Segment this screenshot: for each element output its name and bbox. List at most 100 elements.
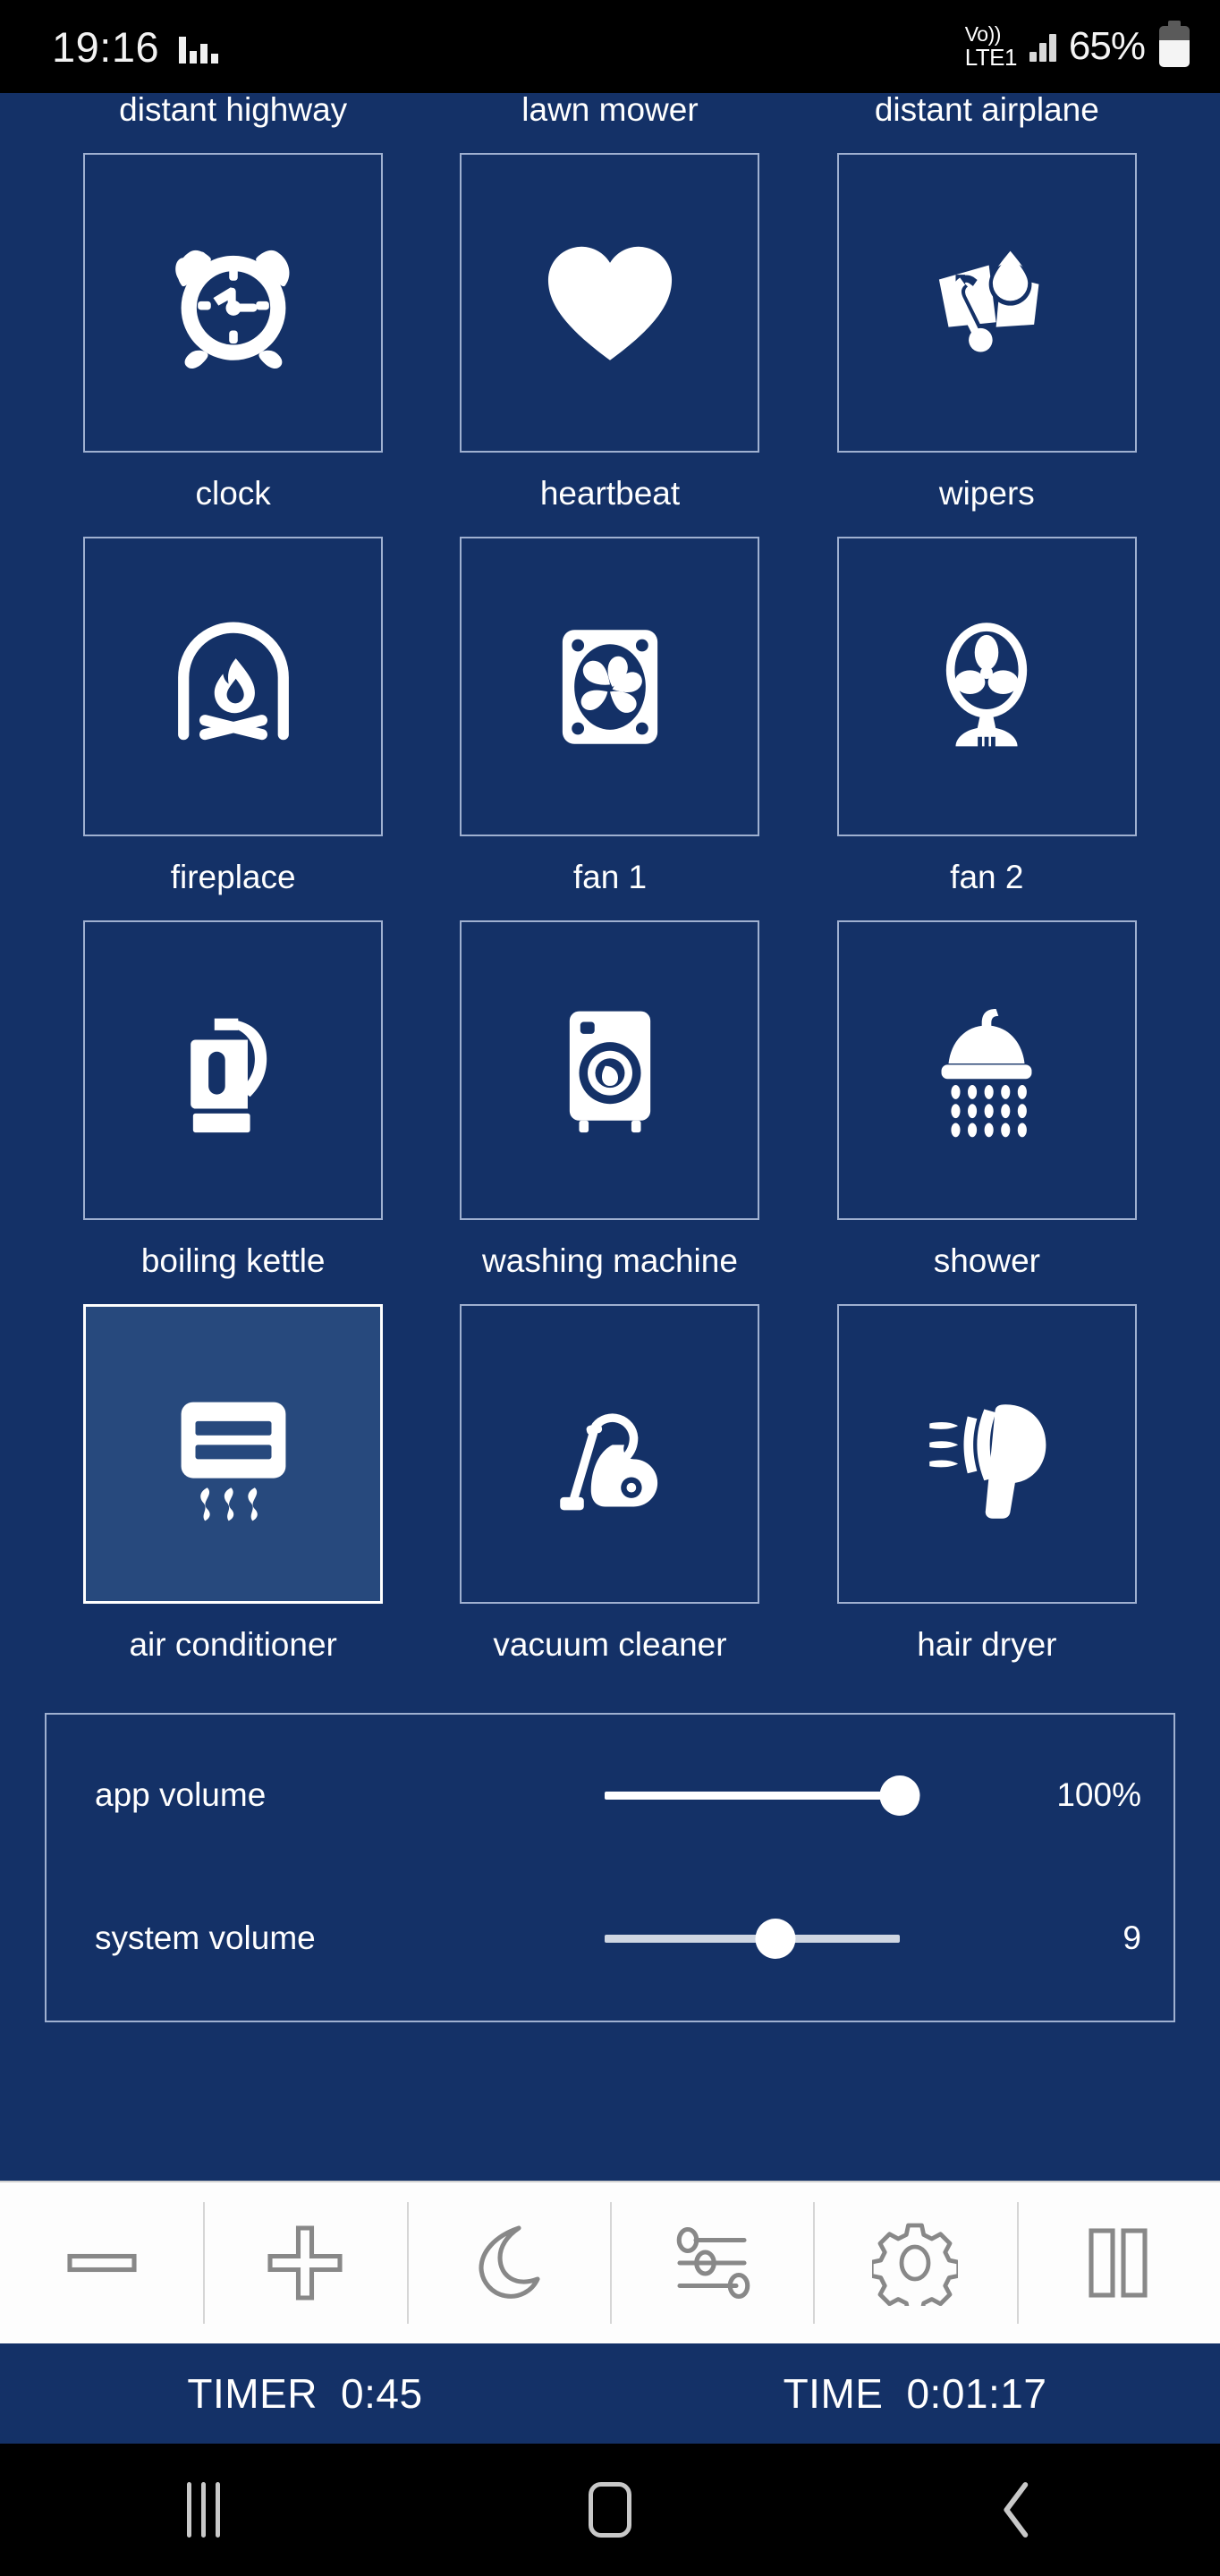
volte-label-top: Vo))	[964, 22, 1002, 46]
sound-tile[interactable]	[83, 537, 384, 836]
home-button[interactable]	[407, 2482, 814, 2538]
sound-tile[interactable]	[836, 537, 1137, 836]
status-bar-clock: 19:16	[52, 22, 160, 71]
sound-tile[interactable]	[836, 153, 1137, 453]
fireplace-icon	[177, 622, 289, 740]
sound-grid-scroll[interactable]: distant highway lawn mower distant airpl…	[0, 93, 1220, 2181]
plus-icon	[267, 2225, 343, 2301]
recents-button[interactable]	[0, 2482, 407, 2538]
sound-tile[interactable]	[460, 1304, 760, 1604]
bottom-toolbar	[0, 2181, 1220, 2343]
system-volume-label: system volume	[95, 1919, 316, 1956]
minus-icon	[67, 2253, 137, 2273]
windshield-wiper-icon	[939, 250, 1039, 352]
kettle-icon	[190, 1018, 267, 1132]
sound-cell-heartbeat[interactable]: heartbeat	[421, 153, 798, 537]
moon-icon	[479, 2225, 540, 2299]
timer-label: TIMER	[187, 2370, 318, 2417]
decrease-button[interactable]	[0, 2182, 203, 2343]
time-label: TIME	[783, 2370, 884, 2417]
washing-machine-icon	[569, 1011, 651, 1132]
air-conditioner-icon	[181, 1402, 286, 1521]
sound-tile[interactable]	[836, 920, 1137, 1220]
volte-label-bottom: LTE1	[964, 44, 1018, 71]
timer-value: 0:45	[341, 2370, 423, 2417]
mixer-button[interactable]	[609, 2182, 813, 2343]
recents-icon	[186, 2482, 220, 2538]
sound-grid-partial-row: distant highway lawn mower distant airpl…	[0, 93, 1220, 153]
sound-tile[interactable]	[460, 537, 760, 836]
sound-tile-selected[interactable]	[83, 1304, 384, 1604]
sound-label: boiling kettle	[140, 1242, 326, 1279]
timer-status-bar: TIMER 0:45 TIME 0:01:17	[0, 2343, 1220, 2444]
sound-cell-fireplace[interactable]: fireplace	[45, 537, 421, 920]
sound-cell-shower[interactable]: shower	[799, 920, 1175, 1304]
sound-label: air conditioner	[129, 1626, 337, 1663]
sound-cell-distant-highway[interactable]: distant highway	[45, 93, 421, 153]
app-volume-thumb[interactable]	[879, 1775, 920, 1816]
status-bar: 19:16 Vo)) LTE1 65%	[0, 0, 1220, 93]
sound-label: vacuum cleaner	[493, 1626, 727, 1663]
sound-cell-lawn-mower[interactable]: lawn mower	[421, 93, 798, 153]
sound-cell-fan-1[interactable]: fan 1	[421, 537, 798, 920]
signal-bars-icon	[1029, 31, 1056, 62]
volte-indicator: Vo)) LTE1	[964, 22, 1018, 71]
android-nav-bar	[0, 2444, 1220, 2576]
system-volume-thumb[interactable]	[755, 1918, 796, 1959]
sound-label: lawn mower	[521, 93, 699, 128]
back-button[interactable]	[813, 2479, 1220, 2541]
battery-icon	[1159, 21, 1190, 67]
sound-label: wipers	[938, 475, 1035, 512]
sound-tile[interactable]	[83, 153, 384, 453]
vacuum-cleaner-icon	[560, 1412, 658, 1510]
app-volume-slider[interactable]	[390, 1768, 1016, 1822]
sound-cell-distant-airplane[interactable]: distant airplane	[799, 93, 1175, 153]
app-volume-row: app volume 100%	[47, 1724, 1173, 1867]
pedestal-fan-icon	[946, 622, 1028, 747]
pause-icon	[1089, 2228, 1148, 2298]
sound-tile[interactable]	[836, 1304, 1137, 1604]
pause-button[interactable]	[1016, 2182, 1220, 2343]
timer-group[interactable]: TIMER 0:45	[0, 2369, 610, 2418]
app-volume-track	[605, 1791, 900, 1800]
sliders-icon	[676, 2226, 750, 2300]
sound-tile[interactable]	[83, 920, 384, 1220]
settings-button[interactable]	[813, 2182, 1016, 2343]
sound-label: fireplace	[170, 859, 296, 895]
sound-cell-wipers[interactable]: wipers	[799, 153, 1175, 537]
home-icon	[589, 2482, 631, 2538]
sound-cell-hair-dryer[interactable]: hair dryer	[799, 1304, 1175, 1688]
status-bar-right: Vo)) LTE1 65%	[964, 21, 1190, 71]
system-volume-slider[interactable]	[390, 1911, 1016, 1965]
elapsed-time-group[interactable]: TIME 0:01:17	[610, 2369, 1220, 2418]
sound-label: distant airplane	[874, 93, 1099, 128]
sound-cell-washing-machine[interactable]: washing machine	[421, 920, 798, 1304]
sound-cell-vacuum-cleaner[interactable]: vacuum cleaner	[421, 1304, 798, 1688]
sound-label: shower	[933, 1242, 1040, 1279]
sound-cell-fan-2[interactable]: fan 2	[799, 537, 1175, 920]
sound-tile[interactable]	[460, 920, 760, 1220]
time-value: 0:01:17	[906, 2370, 1047, 2417]
sound-label: washing machine	[482, 1242, 738, 1279]
box-fan-icon	[562, 629, 658, 744]
sound-label: fan 2	[950, 859, 1024, 895]
sound-label: heartbeat	[539, 475, 681, 512]
system-volume-track	[605, 1934, 900, 1943]
sound-label: fan 1	[572, 859, 648, 895]
increase-button[interactable]	[203, 2182, 406, 2343]
sound-cell-boiling-kettle[interactable]: boiling kettle	[45, 920, 421, 1304]
alarm-clock-icon	[174, 250, 290, 369]
sound-cell-clock[interactable]: clock	[45, 153, 421, 537]
sound-tile[interactable]	[460, 153, 760, 453]
gear-icon	[871, 2223, 958, 2306]
night-mode-button[interactable]	[406, 2182, 610, 2343]
sound-label: clock	[195, 475, 271, 512]
sound-label: distant highway	[119, 93, 348, 128]
battery-percent-label: 65%	[1068, 24, 1146, 68]
back-icon	[1004, 2482, 1028, 2538]
sound-label: hair dryer	[917, 1626, 1057, 1663]
volume-panel: app volume 100% system volume 9	[45, 1713, 1175, 2022]
sound-cell-air-conditioner[interactable]: air conditioner	[45, 1304, 421, 1688]
app-root: 19:16 Vo)) LTE1 65% distant highway lawn…	[0, 0, 1220, 2576]
equalizer-icon	[179, 30, 219, 64]
